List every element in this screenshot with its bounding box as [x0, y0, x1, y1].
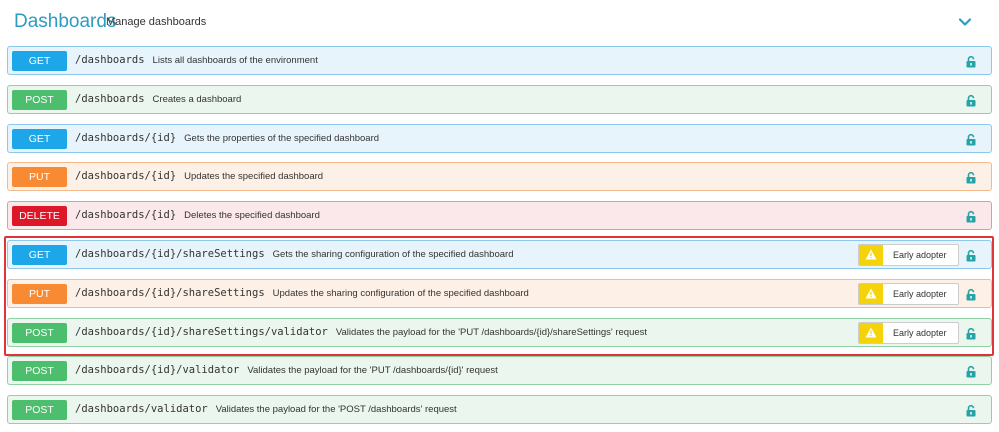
method-badge: PUT — [12, 283, 67, 304]
endpoint-path-text: /dashboards/validator — [75, 403, 208, 416]
endpoint-path-text: /dashboards/{id}/shareSettings — [75, 286, 265, 299]
endpoint-path: /dashboards/{id}/validator Validates the … — [75, 364, 498, 376]
endpoint-row[interactable]: PUT/dashboards/{id}/shareSettings Updates… — [7, 278, 992, 308]
lock-icon[interactable] — [965, 210, 977, 223]
endpoint-path-text: /dashboards/{id}/shareSettings/validator — [75, 325, 328, 338]
endpoint-path: /dashboards Creates a dashboard — [75, 93, 241, 105]
lock-icon[interactable] — [965, 288, 977, 301]
warning-icon — [859, 322, 883, 343]
section-header[interactable]: Dashboards Manage dashboards — [0, 0, 999, 44]
method-badge: DELETE — [12, 206, 67, 227]
section-subtitle: Manage dashboards — [106, 16, 207, 28]
endpoint-path-text: /dashboards — [75, 92, 145, 105]
warning-icon — [859, 283, 883, 304]
early-adopter-label: Early adopter — [893, 288, 947, 299]
endpoint-row[interactable]: POST/dashboards/{id}/validator Validates … — [7, 356, 992, 386]
endpoint-path-text: /dashboards/{id}/shareSettings — [75, 247, 265, 260]
endpoint-row[interactable]: DELETE/dashboards/{id} Deletes the specif… — [7, 201, 992, 231]
endpoint-description: Creates a dashboard — [152, 93, 242, 105]
endpoint-path-text: /dashboards/{id} — [75, 170, 177, 183]
endpoint-row[interactable]: POST/dashboards/{id}/shareSettings/valid… — [7, 317, 992, 347]
endpoint-description: Lists all dashboards of the environment — [152, 55, 318, 66]
endpoint-description: Validates the payload for the 'PUT /dash… — [335, 326, 648, 338]
method-badge: GET — [12, 51, 67, 71]
lock-icon[interactable] — [965, 365, 977, 378]
method-badge: POST — [12, 322, 67, 343]
endpoint-row[interactable]: GET/dashboards/{id} Gets the properties o… — [7, 123, 992, 153]
lock-icon[interactable] — [965, 55, 977, 68]
endpoint-description: Validates the payload for the 'POST /das… — [215, 404, 457, 416]
lock-icon[interactable] — [965, 404, 977, 417]
endpoint-row[interactable]: POST/dashboards/validator Validates the p… — [7, 395, 992, 425]
endpoint-path: /dashboards/{id} Updates the specified da… — [75, 170, 323, 182]
method-badge: PUT — [12, 167, 67, 188]
endpoint-path-text: /dashboards/{id}/validator — [75, 364, 240, 377]
endpoint-path-text: /dashboards/{id} — [75, 131, 177, 144]
endpoint-path: /dashboards/validator Validates the paylo… — [75, 403, 457, 415]
section-title: Dashboards — [14, 11, 117, 32]
endpoint-row[interactable]: GET/dashboards/{id}/shareSettings Gets th… — [7, 239, 992, 269]
early-adopter-badge: Early adopter — [858, 243, 959, 266]
method-badge: GET — [12, 128, 67, 149]
early-adopter-label: Early adopter — [893, 249, 947, 260]
endpoint-path: /dashboards/{id}/shareSettings/validator… — [75, 326, 647, 338]
endpoint-row[interactable]: POST/dashboards Creates a dashboard — [7, 84, 992, 114]
method-badge: GET — [12, 244, 67, 265]
lock-icon[interactable] — [965, 171, 977, 184]
endpoint-list: GET/dashboards Lists all dashboards of th… — [7, 46, 992, 432]
endpoint-row[interactable]: PUT/dashboards/{id} Updates the specified… — [7, 162, 992, 192]
lock-icon[interactable] — [965, 94, 977, 107]
method-badge: POST — [12, 400, 67, 421]
endpoint-description: Deletes the specified dashboard — [184, 210, 320, 222]
lock-icon[interactable] — [965, 249, 977, 262]
chevron-down-icon[interactable] — [957, 14, 973, 30]
lock-icon[interactable] — [965, 133, 977, 146]
early-adopter-badge: Early adopter — [858, 282, 959, 305]
endpoint-path: /dashboards/{id} Gets the properties of t… — [75, 132, 379, 144]
lock-icon[interactable] — [965, 327, 977, 340]
endpoint-path-text: /dashboards — [75, 54, 145, 66]
endpoint-row[interactable]: GET/dashboards Lists all dashboards of th… — [7, 46, 992, 75]
endpoint-path: /dashboards/{id} Deletes the specified da… — [75, 209, 320, 221]
endpoint-path-text: /dashboards/{id} — [75, 209, 177, 222]
endpoint-path: /dashboards/{id}/shareSettings Updates th… — [75, 287, 529, 299]
endpoint-description: Gets the sharing configuration of the sp… — [272, 248, 514, 260]
endpoint-description: Updates the sharing configuration of the… — [272, 287, 529, 299]
endpoint-path: /dashboards Lists all dashboards of the e… — [75, 54, 318, 66]
early-adopter-badge: Early adopter — [858, 321, 959, 344]
method-badge: POST — [12, 361, 67, 382]
endpoint-description: Validates the payload for the 'PUT /dash… — [247, 365, 498, 377]
early-adopter-label: Early adopter — [893, 327, 947, 338]
warning-icon — [859, 244, 883, 265]
endpoint-path: /dashboards/{id}/shareSettings Gets the s… — [75, 248, 513, 260]
endpoint-description: Gets the properties of the specified das… — [184, 132, 380, 144]
method-badge: POST — [12, 89, 67, 110]
endpoint-description: Updates the specified dashboard — [184, 171, 324, 183]
